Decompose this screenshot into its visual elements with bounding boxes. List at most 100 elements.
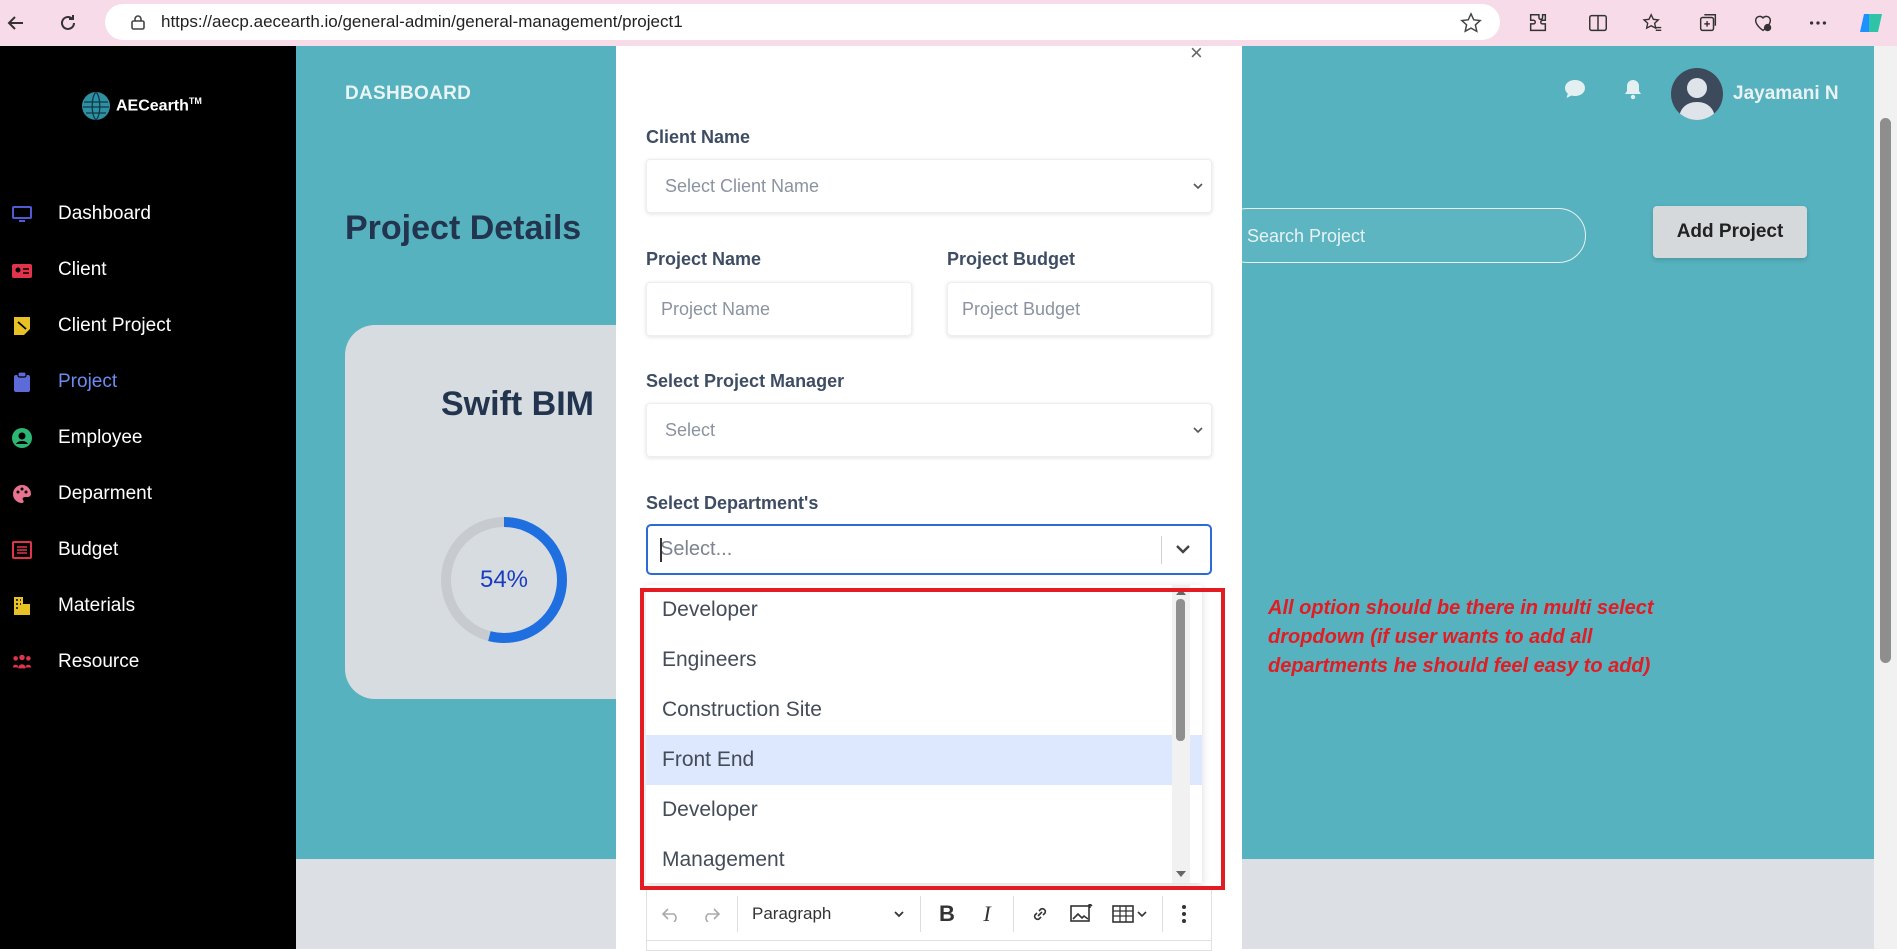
paragraph-format-select[interactable]: Paragraph [744, 896, 914, 932]
project-name-field[interactable] [646, 282, 912, 336]
project-manager-placeholder: Select [665, 419, 716, 440]
bold-icon[interactable]: B [927, 896, 967, 932]
project-name-input[interactable] [661, 298, 899, 320]
page-scrollbar[interactable] [1874, 46, 1897, 949]
project-budget-input[interactable] [962, 298, 1199, 320]
project-card[interactable]: Swift BIM 54% [345, 325, 645, 699]
close-icon[interactable]: × [1190, 40, 1203, 66]
brand-name: AECearthTM [116, 96, 202, 115]
building-icon [12, 596, 32, 616]
client-name-placeholder: Select Client Name [665, 175, 820, 196]
address-bar[interactable]: https://aecp.aecearth.io/general-admin/g… [105, 4, 1500, 40]
user-name[interactable]: Jayamani N [1733, 83, 1839, 105]
extensions-icon[interactable] [1524, 9, 1552, 37]
toolbar-divider [1162, 896, 1163, 932]
rich-text-toolbar: Paragraph B I [646, 887, 1212, 941]
add-project-button[interactable]: Add Project [1653, 206, 1807, 258]
sidebar-item-label: Dashboard [58, 203, 151, 224]
user-circle-icon [12, 428, 32, 448]
sidebar-item-deparment[interactable]: Deparment [0, 466, 296, 522]
project-budget-field[interactable] [947, 282, 1212, 336]
page-scrollbar-thumb[interactable] [1880, 118, 1891, 663]
contact-card-icon [12, 260, 32, 280]
chevron-down-icon [1193, 427, 1203, 434]
toolbar-divider [737, 896, 738, 932]
palette-icon [12, 484, 32, 504]
sidebar-item-label: Employee [58, 427, 143, 448]
chat-icon[interactable] [1563, 78, 1587, 105]
indicator-separator [1161, 536, 1162, 564]
logo[interactable]: AECearthTM [80, 90, 202, 122]
search-input[interactable] [1247, 223, 1567, 249]
copilot-icon[interactable] [1857, 9, 1885, 37]
browser-toolbar: https://aecp.aecearth.io/general-admin/g… [0, 0, 1897, 46]
project-card-title: Swift BIM [441, 385, 594, 423]
more-icon[interactable] [1804, 9, 1832, 37]
sidebar-item-budget[interactable]: Budget [0, 522, 296, 578]
sidebar-item-employee[interactable]: Employee [0, 410, 296, 466]
sticky-note-icon [12, 316, 32, 336]
people-group-icon [12, 652, 32, 672]
avatar[interactable] [1671, 68, 1723, 120]
refresh-icon[interactable] [52, 7, 84, 39]
sidebar-item-label: Deparment [58, 483, 152, 504]
user-menu[interactable]: Jayamani N [1671, 68, 1839, 120]
link-icon[interactable] [1020, 896, 1060, 932]
favorites-icon[interactable] [1639, 9, 1667, 37]
rich-text-editor-area[interactable] [646, 941, 1212, 951]
ledger-icon [12, 540, 32, 560]
sidebar-item-label: Resource [58, 651, 140, 672]
sidebar-item-materials[interactable]: Materials [0, 578, 296, 634]
department-label: Select Department's [646, 493, 819, 513]
insert-image-icon[interactable] [1060, 896, 1104, 932]
annotation-note: All option should be there in multi sele… [1268, 597, 1654, 677]
undo-icon[interactable] [651, 896, 691, 932]
more-options-icon[interactable] [1169, 896, 1199, 932]
clipboard-icon [12, 372, 32, 392]
back-icon[interactable] [0, 7, 32, 39]
search-project[interactable] [1220, 208, 1586, 263]
toolbar-divider [920, 896, 921, 932]
project-manager-label: Select Project Manager [646, 371, 845, 391]
sidebar-item-resource[interactable]: Resource [0, 634, 296, 690]
monitor-icon [12, 204, 32, 224]
sidebar-item-client-project[interactable]: Client Project [0, 298, 296, 354]
chevron-down-icon [1193, 183, 1203, 190]
annotation-highlight-box [640, 588, 1225, 890]
sidebar-item-client[interactable]: Client [0, 242, 296, 298]
url-text[interactable]: https://aecp.aecearth.io/general-admin/g… [161, 12, 683, 32]
text-caret [660, 538, 662, 562]
lock-icon[interactable] [129, 13, 147, 31]
browser-essentials-icon[interactable] [1749, 9, 1777, 37]
chevron-down-icon [894, 911, 904, 918]
toolbar-divider [1013, 896, 1014, 932]
redo-icon[interactable] [691, 896, 731, 932]
project-name-label: Project Name [646, 249, 762, 269]
sidebar-item-label: Client Project [58, 315, 171, 336]
page-title: Project Details [345, 209, 582, 247]
sidebar-item-label: Materials [58, 595, 136, 616]
collections-icon[interactable] [1694, 9, 1722, 37]
insert-table-icon[interactable] [1104, 896, 1156, 932]
sidebar-item-project[interactable]: Project [0, 354, 296, 410]
progress-label: 54% [479, 566, 529, 593]
client-name-label: Client Name [646, 127, 751, 147]
globe-icon [82, 91, 110, 121]
sidebar-item-label: Project [58, 371, 118, 392]
department-placeholder: Select... [660, 538, 733, 560]
project-budget-label: Project Budget [947, 249, 1076, 269]
sidebar-menu: Dashboard Client Client Project Project … [0, 186, 296, 690]
paragraph-format-label: Paragraph [752, 904, 832, 923]
sidebar-item-dashboard[interactable]: Dashboard [0, 186, 296, 242]
project-manager-select[interactable]: Select [646, 403, 1212, 457]
sidebar-item-label: Budget [58, 539, 119, 560]
star-icon[interactable] [1460, 12, 1482, 39]
italic-icon[interactable]: I [967, 896, 1007, 932]
client-name-select[interactable]: Select Client Name [646, 159, 1212, 213]
split-screen-icon[interactable] [1584, 9, 1612, 37]
dashboard-link[interactable]: DASHBOARD [345, 83, 471, 105]
sidebar-item-label: Client [58, 259, 107, 280]
chevron-down-icon[interactable] [1173, 539, 1193, 559]
department-multiselect[interactable]: Select... [646, 524, 1212, 575]
bell-icon[interactable] [1623, 78, 1643, 105]
